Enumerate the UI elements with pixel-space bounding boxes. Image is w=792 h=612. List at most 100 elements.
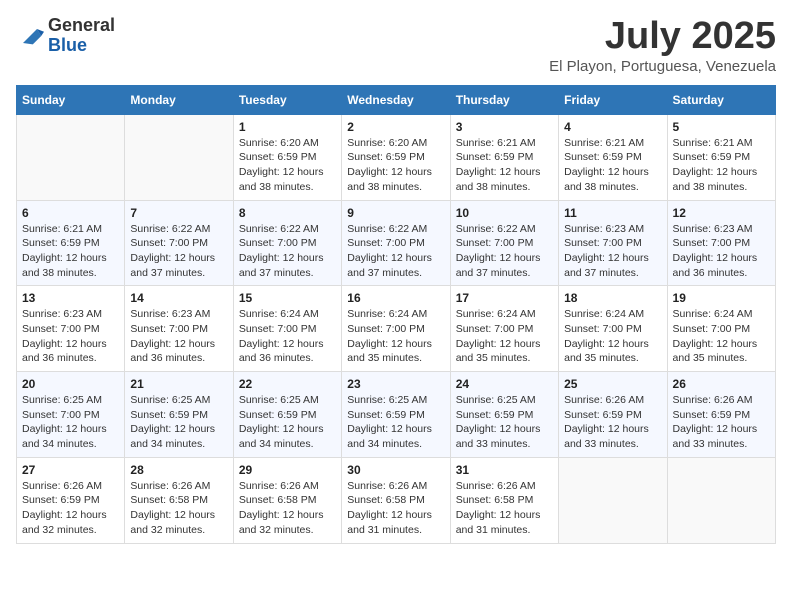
day-info: Sunrise: 6:20 AMSunset: 6:59 PMDaylight:… <box>347 136 444 195</box>
day-number: 6 <box>22 206 119 220</box>
calendar-cell: 21 Sunrise: 6:25 AMSunset: 6:59 PMDayligh… <box>125 372 233 458</box>
calendar-cell: 8 Sunrise: 6:22 AMSunset: 7:00 PMDaylight… <box>233 200 341 286</box>
day-number: 8 <box>239 206 336 220</box>
day-info: Sunrise: 6:20 AMSunset: 6:59 PMDaylight:… <box>239 136 336 195</box>
calendar-cell: 18Sunrise: 6:24 AMSunset: 7:00 PMDayligh… <box>559 286 667 372</box>
day-number: 27 <box>22 463 119 477</box>
col-header-monday: Monday <box>125 85 233 114</box>
day-info: Sunrise: 6:26 AMSunset: 6:59 PMDaylight:… <box>22 479 119 538</box>
day-number: 4 <box>564 120 661 134</box>
calendar-cell <box>17 114 125 200</box>
calendar-cell: 20Sunrise: 6:25 AMSunset: 7:00 PMDayligh… <box>17 372 125 458</box>
calendar-cell: 9 Sunrise: 6:22 AMSunset: 7:00 PMDaylight… <box>342 200 450 286</box>
calendar-cell: 31Sunrise: 6:26 AMSunset: 6:58 PMDayligh… <box>450 457 558 543</box>
day-info: Sunrise: 6:26 AMSunset: 6:58 PMDaylight:… <box>347 479 444 538</box>
day-number: 7 <box>130 206 227 220</box>
day-number: 14 <box>130 291 227 305</box>
calendar-cell: 11Sunrise: 6:23 AMSunset: 7:00 PMDayligh… <box>559 200 667 286</box>
calendar-header-row: SundayMondayTuesdayWednesdayThursdayFrid… <box>17 85 776 114</box>
col-header-saturday: Saturday <box>667 85 775 114</box>
day-info: Sunrise: 6:26 AMSunset: 6:59 PMDaylight:… <box>564 393 661 452</box>
main-title: July 2025 <box>549 16 776 58</box>
day-number: 19 <box>673 291 770 305</box>
day-number: 30 <box>347 463 444 477</box>
day-info: Sunrise: 6:21 AMSunset: 6:59 PMDaylight:… <box>22 222 119 281</box>
calendar-week-row: 20Sunrise: 6:25 AMSunset: 7:00 PMDayligh… <box>17 372 776 458</box>
title-block: July 2025 El Playon, Portuguesa, Venezue… <box>549 16 776 75</box>
day-number: 26 <box>673 377 770 391</box>
calendar-week-row: 27 Sunrise: 6:26 AMSunset: 6:59 PMDayligh… <box>17 457 776 543</box>
day-info: Sunrise: 6:21 AMSunset: 6:59 PMDaylight:… <box>456 136 553 195</box>
day-info: Sunrise: 6:22 AMSunset: 7:00 PMDaylight:… <box>239 222 336 281</box>
logo-blue-text: Blue <box>48 36 115 56</box>
calendar-week-row: 1 Sunrise: 6:20 AMSunset: 6:59 PMDaylight… <box>17 114 776 200</box>
day-number: 28 <box>130 463 227 477</box>
logo-icon <box>16 22 44 50</box>
calendar-cell: 26 Sunrise: 6:26 AMSunset: 6:59 PMDayligh… <box>667 372 775 458</box>
day-number: 12 <box>673 206 770 220</box>
day-info: Sunrise: 6:21 AMSunset: 6:59 PMDaylight:… <box>673 136 770 195</box>
calendar-cell: 13 Sunrise: 6:23 AMSunset: 7:00 PMDayligh… <box>17 286 125 372</box>
day-number: 16 <box>347 291 444 305</box>
calendar-cell: 5 Sunrise: 6:21 AMSunset: 6:59 PMDaylight… <box>667 114 775 200</box>
day-info: Sunrise: 6:24 AMSunset: 7:00 PMDaylight:… <box>239 307 336 366</box>
calendar-cell: 29Sunrise: 6:26 AMSunset: 6:58 PMDayligh… <box>233 457 341 543</box>
calendar-cell: 30 Sunrise: 6:26 AMSunset: 6:58 PMDayligh… <box>342 457 450 543</box>
day-info: Sunrise: 6:21 AMSunset: 6:59 PMDaylight:… <box>564 136 661 195</box>
day-number: 24 <box>456 377 553 391</box>
day-number: 23 <box>347 377 444 391</box>
day-number: 22 <box>239 377 336 391</box>
day-info: Sunrise: 6:25 AMSunset: 6:59 PMDaylight:… <box>456 393 553 452</box>
day-number: 21 <box>130 377 227 391</box>
page-header: General Blue July 2025 El Playon, Portug… <box>16 16 776 75</box>
day-number: 13 <box>22 291 119 305</box>
calendar-week-row: 13 Sunrise: 6:23 AMSunset: 7:00 PMDayligh… <box>17 286 776 372</box>
calendar-cell: 1 Sunrise: 6:20 AMSunset: 6:59 PMDaylight… <box>233 114 341 200</box>
day-number: 20 <box>22 377 119 391</box>
day-number: 5 <box>673 120 770 134</box>
day-info: Sunrise: 6:26 AMSunset: 6:59 PMDaylight:… <box>673 393 770 452</box>
day-number: 10 <box>456 206 553 220</box>
calendar-cell: 22Sunrise: 6:25 AMSunset: 6:59 PMDayligh… <box>233 372 341 458</box>
day-number: 18 <box>564 291 661 305</box>
day-info: Sunrise: 6:22 AMSunset: 7:00 PMDaylight:… <box>347 222 444 281</box>
calendar-cell: 15 Sunrise: 6:24 AMSunset: 7:00 PMDayligh… <box>233 286 341 372</box>
calendar-cell: 4 Sunrise: 6:21 AMSunset: 6:59 PMDaylight… <box>559 114 667 200</box>
calendar-cell: 6 Sunrise: 6:21 AMSunset: 6:59 PMDaylight… <box>17 200 125 286</box>
day-number: 15 <box>239 291 336 305</box>
col-header-sunday: Sunday <box>17 85 125 114</box>
calendar-cell: 12 Sunrise: 6:23 AMSunset: 7:00 PMDayligh… <box>667 200 775 286</box>
day-info: Sunrise: 6:23 AMSunset: 7:00 PMDaylight:… <box>673 222 770 281</box>
col-header-friday: Friday <box>559 85 667 114</box>
calendar-cell <box>125 114 233 200</box>
day-info: Sunrise: 6:23 AMSunset: 7:00 PMDaylight:… <box>130 307 227 366</box>
day-number: 31 <box>456 463 553 477</box>
day-info: Sunrise: 6:25 AMSunset: 6:59 PMDaylight:… <box>130 393 227 452</box>
logo: General Blue <box>16 16 115 56</box>
day-number: 3 <box>456 120 553 134</box>
calendar-cell: 17Sunrise: 6:24 AMSunset: 7:00 PMDayligh… <box>450 286 558 372</box>
day-number: 9 <box>347 206 444 220</box>
calendar-cell: 16 Sunrise: 6:24 AMSunset: 7:00 PMDayligh… <box>342 286 450 372</box>
day-info: Sunrise: 6:26 AMSunset: 6:58 PMDaylight:… <box>130 479 227 538</box>
calendar-cell: 28 Sunrise: 6:26 AMSunset: 6:58 PMDayligh… <box>125 457 233 543</box>
calendar-cell: 10Sunrise: 6:22 AMSunset: 7:00 PMDayligh… <box>450 200 558 286</box>
day-number: 11 <box>564 206 661 220</box>
calendar-cell: 23 Sunrise: 6:25 AMSunset: 6:59 PMDayligh… <box>342 372 450 458</box>
calendar-cell: 27 Sunrise: 6:26 AMSunset: 6:59 PMDayligh… <box>17 457 125 543</box>
day-info: Sunrise: 6:24 AMSunset: 7:00 PMDaylight:… <box>347 307 444 366</box>
calendar-cell: 19Sunrise: 6:24 AMSunset: 7:00 PMDayligh… <box>667 286 775 372</box>
day-info: Sunrise: 6:25 AMSunset: 6:59 PMDaylight:… <box>347 393 444 452</box>
day-number: 2 <box>347 120 444 134</box>
calendar-cell: 24 Sunrise: 6:25 AMSunset: 6:59 PMDayligh… <box>450 372 558 458</box>
calendar-cell <box>559 457 667 543</box>
calendar-cell <box>667 457 775 543</box>
calendar-cell: 2 Sunrise: 6:20 AMSunset: 6:59 PMDaylight… <box>342 114 450 200</box>
day-number: 1 <box>239 120 336 134</box>
day-info: Sunrise: 6:26 AMSunset: 6:58 PMDaylight:… <box>239 479 336 538</box>
calendar-week-row: 6 Sunrise: 6:21 AMSunset: 6:59 PMDaylight… <box>17 200 776 286</box>
calendar-cell: 3 Sunrise: 6:21 AMSunset: 6:59 PMDaylight… <box>450 114 558 200</box>
day-info: Sunrise: 6:22 AMSunset: 7:00 PMDaylight:… <box>130 222 227 281</box>
day-number: 25 <box>564 377 661 391</box>
day-info: Sunrise: 6:23 AMSunset: 7:00 PMDaylight:… <box>22 307 119 366</box>
